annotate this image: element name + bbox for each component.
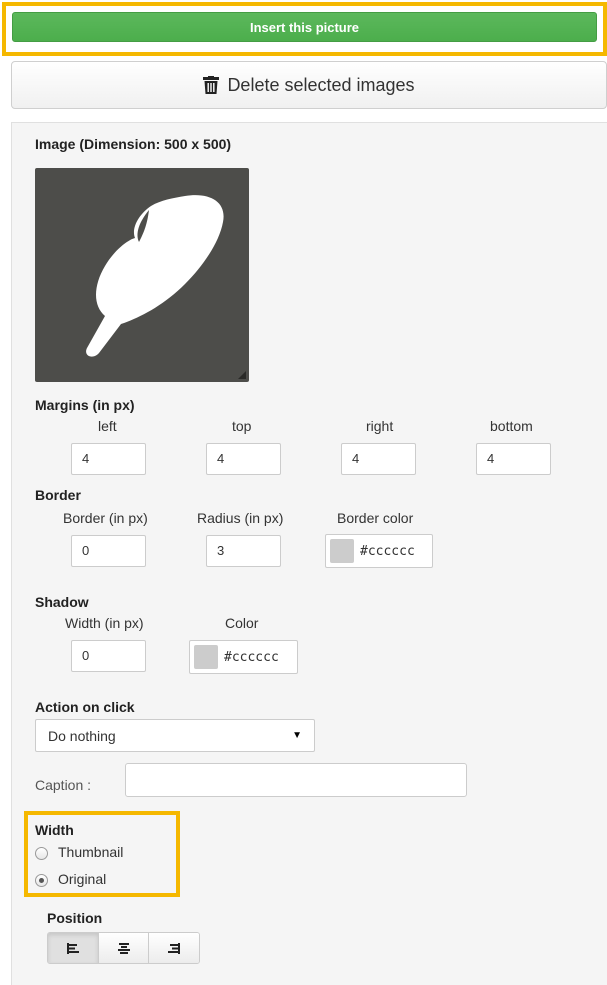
action-selected-value: Do nothing	[48, 727, 116, 744]
margin-left-label: left	[98, 418, 117, 434]
shadow-color-value: #cccccc	[224, 649, 279, 665]
caption-label: Caption :	[35, 777, 92, 793]
insert-highlight: Insert this picture	[2, 2, 607, 56]
align-right-icon	[168, 942, 181, 954]
border-heading: Border	[35, 487, 81, 503]
margin-top-input[interactable]: 4	[206, 443, 281, 475]
caret-down-icon: ▼	[292, 730, 302, 741]
margin-bottom-input[interactable]: 4	[476, 443, 551, 475]
shadow-color-swatch[interactable]	[194, 645, 218, 669]
margin-right-label: right	[366, 418, 394, 434]
delete-selected-button[interactable]: Delete selected images	[11, 61, 607, 109]
position-button-group	[47, 932, 200, 964]
position-heading: Position	[47, 910, 103, 926]
width-thumbnail-radio[interactable]	[35, 847, 48, 860]
align-left-icon	[66, 942, 79, 954]
border-color-picker[interactable]: #cccccc	[325, 534, 433, 568]
action-on-click-select[interactable]: Do nothing ▼	[35, 719, 315, 752]
border-color-label: Border color	[337, 510, 414, 526]
border-color-swatch[interactable]	[330, 539, 354, 563]
image-settings-panel: Image (Dimension: 500 x 500) Margins (in…	[11, 122, 607, 985]
margins-heading: Margins (in px)	[35, 397, 135, 413]
margin-right-input[interactable]: 4	[341, 443, 416, 475]
shadow-width-label: Width (in px)	[65, 615, 144, 631]
align-left-button[interactable]	[48, 933, 99, 963]
delete-label: Delete selected images	[227, 74, 415, 95]
border-width-input[interactable]: 0	[71, 535, 146, 567]
trash-icon	[203, 76, 220, 94]
border-color-value: #cccccc	[360, 543, 415, 559]
shadow-color-label: Color	[225, 615, 259, 631]
align-center-button[interactable]	[98, 933, 150, 963]
margin-top-label: top	[232, 418, 252, 434]
border-radius-label: Radius (in px)	[197, 510, 284, 526]
insert-picture-button[interactable]: Insert this picture	[12, 12, 597, 42]
margin-left-input[interactable]: 4	[71, 443, 146, 475]
width-original-label[interactable]: Original	[58, 871, 106, 887]
image-preview[interactable]	[35, 168, 249, 382]
shadow-width-input[interactable]: 0	[71, 640, 146, 672]
shadow-color-picker[interactable]: #cccccc	[189, 640, 298, 674]
border-width-label: Border (in px)	[63, 510, 148, 526]
caption-input[interactable]	[125, 763, 467, 797]
align-center-icon	[117, 942, 130, 954]
align-right-button[interactable]	[149, 933, 199, 963]
feather-icon	[86, 195, 224, 357]
action-heading: Action on click	[35, 699, 135, 715]
border-radius-input[interactable]: 3	[206, 535, 281, 567]
width-original-radio[interactable]	[35, 874, 48, 887]
margin-bottom-label: bottom	[490, 418, 533, 434]
image-heading: Image (Dimension: 500 x 500)	[35, 136, 232, 152]
resize-grip-icon[interactable]	[238, 371, 246, 379]
width-thumbnail-label[interactable]: Thumbnail	[58, 844, 123, 860]
width-heading: Width	[35, 822, 74, 838]
shadow-heading: Shadow	[35, 594, 89, 610]
